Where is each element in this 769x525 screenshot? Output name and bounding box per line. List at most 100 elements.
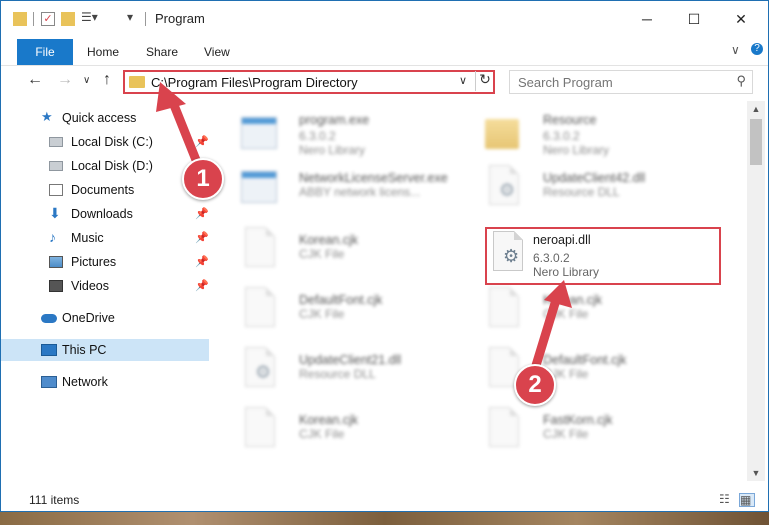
nav-item-this-pc[interactable]: This PC xyxy=(1,339,209,361)
details-view-icon[interactable]: ☷ xyxy=(719,493,733,505)
file-version: 6.3.0.2 xyxy=(543,129,580,143)
tiles-view-icon[interactable]: ▦ xyxy=(739,493,755,507)
nav-item-local-disk-c[interactable]: Local Disk (C:) 📌 xyxy=(1,131,209,153)
pin-icon[interactable]: 📌 xyxy=(195,131,209,153)
neroapi-highlight-box xyxy=(485,227,721,285)
nav-item-local-disk-d[interactable]: Local Disk (D:) xyxy=(1,155,209,177)
scrollbar-thumb[interactable] xyxy=(750,119,762,165)
nav-item-documents[interactable]: Documents xyxy=(1,179,209,201)
search-input[interactable] xyxy=(516,74,720,91)
up-arrow-icon[interactable]: ↑ xyxy=(103,71,111,89)
nav-item-label: Downloads xyxy=(71,207,133,221)
file-type: CJK File xyxy=(299,307,345,321)
download-icon: ⬇ xyxy=(49,205,61,221)
close-button[interactable]: ✕ xyxy=(721,7,761,31)
file-name: NetworkLicenseServer.exe xyxy=(299,171,448,185)
documents-icon xyxy=(49,184,63,196)
forward-arrow-icon[interactable]: → xyxy=(57,71,73,89)
file-name: FastKorn.cjk xyxy=(543,413,613,427)
refresh-icon[interactable]: ↻ xyxy=(475,71,494,91)
pictures-icon xyxy=(49,256,63,268)
network-icon xyxy=(41,376,57,388)
nav-item-videos[interactable]: Videos 📌 xyxy=(1,275,209,297)
search-box[interactable]: ⚲ xyxy=(509,70,753,94)
file-item[interactable]: FastKorn.cjk CJK File xyxy=(485,405,735,459)
chevron-down-icon[interactable]: ∨ xyxy=(83,75,90,86)
help-icon[interactable]: ? xyxy=(751,43,763,55)
folder-icon xyxy=(129,76,145,88)
pc-icon xyxy=(41,344,57,356)
file-item[interactable]: ⚙ UpdateClient42.dll Resource DLL xyxy=(485,163,735,217)
nav-item-quick-access[interactable]: ★ Quick access xyxy=(1,107,209,129)
search-icon: ⚲ xyxy=(736,73,746,88)
file-type: Nero Library xyxy=(543,143,610,157)
file-version: 6.3.0.2 xyxy=(299,129,336,143)
file-type: CJK File xyxy=(543,307,589,321)
minimize-button[interactable]: ─ xyxy=(627,7,667,31)
chevron-down-icon[interactable]: ▾ xyxy=(127,10,141,28)
file-icon xyxy=(485,287,525,333)
nav-item-pictures[interactable]: Pictures 📌 xyxy=(1,251,209,273)
chevron-down-icon[interactable]: ∨ xyxy=(459,74,467,87)
file-item[interactable]: ⚙ UpdateClient21.dll Resource DLL xyxy=(241,345,491,399)
address-path[interactable]: C:\Program Files\Program Directory xyxy=(151,75,358,90)
file-name: program.exe xyxy=(299,113,370,127)
nav-item-label: Pictures xyxy=(71,255,117,269)
nav-item-label: Local Disk (D:) xyxy=(71,159,153,173)
scroll-down-icon[interactable]: ▼ xyxy=(747,465,765,481)
nav-item-label: Local Disk (C:) xyxy=(71,135,153,149)
videos-icon xyxy=(49,280,63,292)
address-row: ← → ∨ ↑ C:\Program Files\Program Directo… xyxy=(1,67,768,97)
file-name: DefaultFont.cjk xyxy=(543,353,627,367)
pin-icon[interactable]: 📌 xyxy=(195,227,209,249)
window-title: Program xyxy=(155,11,205,26)
dll-icon: ⚙ xyxy=(241,347,281,393)
nav-item-label: Music xyxy=(71,231,104,245)
new-folder-icon[interactable] xyxy=(61,12,75,26)
nav-item-network[interactable]: Network xyxy=(1,371,209,393)
folder-icon xyxy=(485,111,525,157)
tab-view[interactable]: View xyxy=(204,39,230,65)
dll-icon: ⚙ xyxy=(485,165,525,211)
exe-icon xyxy=(241,165,281,211)
item-count: 111 items xyxy=(29,493,80,507)
file-type: CJK File xyxy=(299,247,345,261)
tab-file[interactable]: File xyxy=(17,39,73,65)
nav-item-onedrive[interactable]: OneDrive xyxy=(1,307,209,329)
file-item[interactable]: Resource 6.3.0.2 Nero Library xyxy=(485,109,735,163)
file-item[interactable]: DefaultFont.cjk CJK File xyxy=(241,285,491,339)
file-name: Korean.cjk xyxy=(543,293,603,307)
file-list: program.exe 6.3.0.2 Nero Library Resourc… xyxy=(213,101,747,481)
music-icon: ♪ xyxy=(49,229,56,245)
nav-item-music[interactable]: ♪ Music 📌 xyxy=(1,227,209,249)
pin-icon[interactable]: 📌 xyxy=(195,275,209,297)
vertical-scrollbar[interactable]: ▲ ▼ xyxy=(747,101,765,481)
properties-icon[interactable]: ✓ xyxy=(41,12,55,26)
navigation-pane: ★ Quick access Local Disk (C:) 📌 Local D… xyxy=(1,101,211,481)
pin-icon[interactable]: 📌 xyxy=(195,251,209,273)
customize-toolbar-icon[interactable]: ☰▾ xyxy=(81,10,111,28)
file-item[interactable]: program.exe 6.3.0.2 Nero Library xyxy=(241,109,491,163)
file-item[interactable]: Korean.cjk CJK File xyxy=(241,405,491,459)
file-type: CJK File xyxy=(299,427,345,441)
scroll-up-icon[interactable]: ▲ xyxy=(747,101,765,117)
file-item[interactable]: Korean.cjk CJK File xyxy=(241,225,491,279)
star-icon: ★ xyxy=(41,109,53,124)
expand-ribbon-icon[interactable]: ∨ xyxy=(731,43,740,57)
pin-icon[interactable]: 📌 xyxy=(195,203,209,225)
file-item[interactable]: Korean.cjk CJK File xyxy=(485,285,735,339)
back-arrow-icon[interactable]: ← xyxy=(27,71,43,89)
maximize-button[interactable]: ☐ xyxy=(674,7,714,31)
tab-home[interactable]: Home xyxy=(87,39,119,65)
address-bar[interactable]: C:\Program Files\Program Directory ∨ ↻ xyxy=(123,70,495,94)
step-1-badge: 1 xyxy=(182,158,224,200)
file-item[interactable]: NetworkLicenseServer.exe ABBY network li… xyxy=(241,163,491,217)
separator-icon xyxy=(145,12,146,26)
file-name: UpdateClient42.dll xyxy=(543,171,646,185)
cloud-icon xyxy=(41,314,57,323)
drive-icon xyxy=(49,161,63,171)
explorer-window: ✓ ☰▾ ▾ Program ─ ☐ ✕ File Home Share Vie… xyxy=(0,0,769,512)
file-type: Nero Library xyxy=(299,143,366,157)
tab-share[interactable]: Share xyxy=(146,39,178,65)
nav-item-downloads[interactable]: ⬇ Downloads 📌 xyxy=(1,203,209,225)
